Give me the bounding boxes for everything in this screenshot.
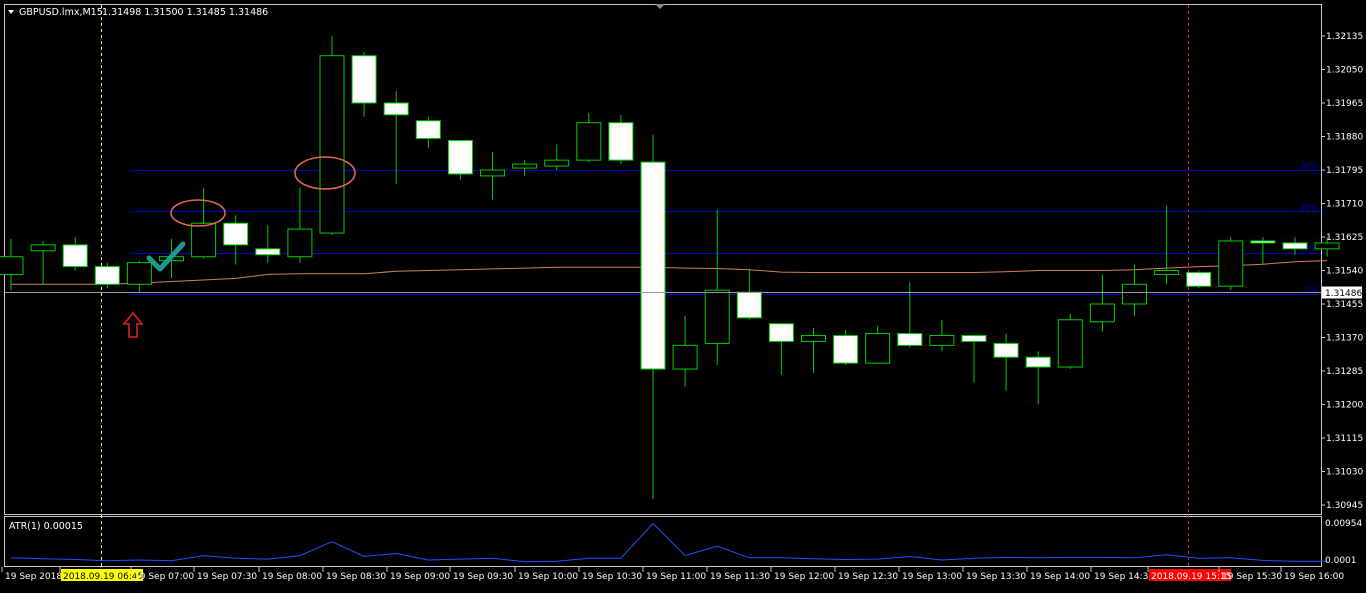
current-price-label: 1.31486 xyxy=(1325,289,1362,299)
time-axis-label: 19 Sep 08:00 xyxy=(262,572,322,582)
time-axis-label: 19 Sep 11:00 xyxy=(646,572,706,582)
time-axis-label: 2018.09.19 06:45 xyxy=(63,572,143,582)
atr-label: ATR(1) 0.00015 xyxy=(9,521,83,532)
candle-body xyxy=(1186,271,1212,287)
price-axis-label: 1.30945 xyxy=(1326,501,1363,511)
candle-body xyxy=(1122,283,1147,305)
price-axis-label: 1.31200 xyxy=(1326,401,1363,411)
candle-body xyxy=(351,55,377,104)
price-axis-label: 1.31625 xyxy=(1326,233,1363,243)
candle-body xyxy=(1282,242,1308,250)
candle-body xyxy=(1025,356,1051,368)
candle-body xyxy=(736,291,762,319)
chart-svg[interactable]: 30%20%10%0% 1.321351.320501.319651.31880… xyxy=(0,0,1366,589)
candle-body xyxy=(897,333,923,346)
price-axis-label: 1.31880 xyxy=(1326,133,1363,143)
candle-body xyxy=(287,228,313,258)
time-axis-label: 19 Sep 2018 xyxy=(5,572,62,582)
time-axis-label: 19 Sep 14:30 xyxy=(1094,572,1154,582)
candle-body xyxy=(94,266,120,285)
time-axis-label: 19 Sep 12:30 xyxy=(838,572,898,582)
price-axis-label: 1.31965 xyxy=(1326,99,1363,109)
candle-body xyxy=(865,333,891,364)
time-axis-label: 19 Sep 09:30 xyxy=(453,572,513,582)
candle-body xyxy=(1089,303,1115,323)
fib-level-tag: 20% xyxy=(1300,203,1318,212)
candle-body xyxy=(1250,240,1276,244)
candle-body xyxy=(255,248,281,256)
time-axis-label: 19 Sep 11:30 xyxy=(710,572,770,582)
time-axis-label: 19 Sep 07:30 xyxy=(197,572,257,582)
time-axis-label: 19 Sep 13:30 xyxy=(966,572,1026,582)
time-axis-label: 19 Sep 07:00 xyxy=(134,572,194,582)
candle-body xyxy=(608,122,634,161)
candle-body xyxy=(993,342,1019,358)
candle-body xyxy=(62,244,88,268)
candle-body xyxy=(544,159,570,167)
time-axis-label: 19 Sep 15:30 xyxy=(1222,572,1282,582)
candle-body xyxy=(1218,240,1244,287)
candle-body xyxy=(640,161,666,370)
time-axis-label: 19 Sep 09:00 xyxy=(390,572,450,582)
fib-level-tag: 0% xyxy=(1305,286,1318,295)
candle-body xyxy=(1154,270,1180,275)
candle-body xyxy=(672,344,698,370)
candle-body xyxy=(383,102,409,116)
candle-body xyxy=(961,335,987,342)
time-axis-label: 19 Sep 10:30 xyxy=(582,572,642,582)
fib-level-tag: 30% xyxy=(1300,162,1318,171)
candle-body xyxy=(191,222,217,258)
candle-body xyxy=(1314,242,1340,250)
price-axis-label: 1.32050 xyxy=(1326,66,1363,76)
candle-body xyxy=(30,244,56,252)
trading-chart[interactable]: 30% 20% 10% 0% 1.32135 1.32050 1.31965 1.31880… xyxy=(0,0,1366,589)
candle-body xyxy=(480,169,505,177)
time-axis-label: 19 Sep 12:00 xyxy=(774,572,834,582)
price-axis-label: 1.31710 xyxy=(1326,200,1363,210)
price-axis-label: 1.31115 xyxy=(1326,434,1363,444)
time-axis-label: 19 Sep 10:00 xyxy=(518,572,578,582)
ohlc-label: 1.31498 1.31500 1.31485 1.31486 xyxy=(102,7,268,18)
candle-body xyxy=(447,139,473,175)
time-axis-label: 19 Sep 16:00 xyxy=(1284,572,1344,582)
symbol-label: GBPUSD.lmx,M15 xyxy=(19,7,103,18)
price-axis-label: 1.31030 xyxy=(1326,468,1363,478)
price-axis-label: 1.31455 xyxy=(1326,300,1363,310)
time-axis-label: 19 Sep 13:00 xyxy=(902,572,962,582)
time-axis-label: 19 Sep 08:30 xyxy=(326,572,386,582)
price-axis-label: 1.31795 xyxy=(1326,166,1363,176)
atr-scale-max: 0.00954 xyxy=(1325,519,1362,529)
time-axis-label: 19 Sep 14:00 xyxy=(1030,572,1090,582)
candle-body xyxy=(929,335,955,346)
price-axis-label: 1.31540 xyxy=(1326,267,1363,277)
time-axis-label: 2018.09.19 15:15 xyxy=(1151,572,1231,582)
candle-body xyxy=(704,289,730,344)
candle-body xyxy=(223,222,249,246)
candle-body xyxy=(576,122,602,161)
candle-body xyxy=(833,335,859,364)
price-axis-label: 1.31285 xyxy=(1326,367,1363,377)
atr-scale-min: 0.0001 xyxy=(1325,556,1357,566)
candle-body xyxy=(126,262,152,285)
candle-body xyxy=(512,163,538,169)
price-axis-label: 1.31370 xyxy=(1326,334,1363,344)
candle-body xyxy=(319,55,345,234)
candle-body xyxy=(415,120,441,139)
candle-body xyxy=(0,256,24,275)
price-axis-label: 1.32135 xyxy=(1326,32,1363,42)
candle-body xyxy=(1057,319,1083,368)
candle-body xyxy=(801,335,826,342)
candle-body xyxy=(768,323,794,342)
